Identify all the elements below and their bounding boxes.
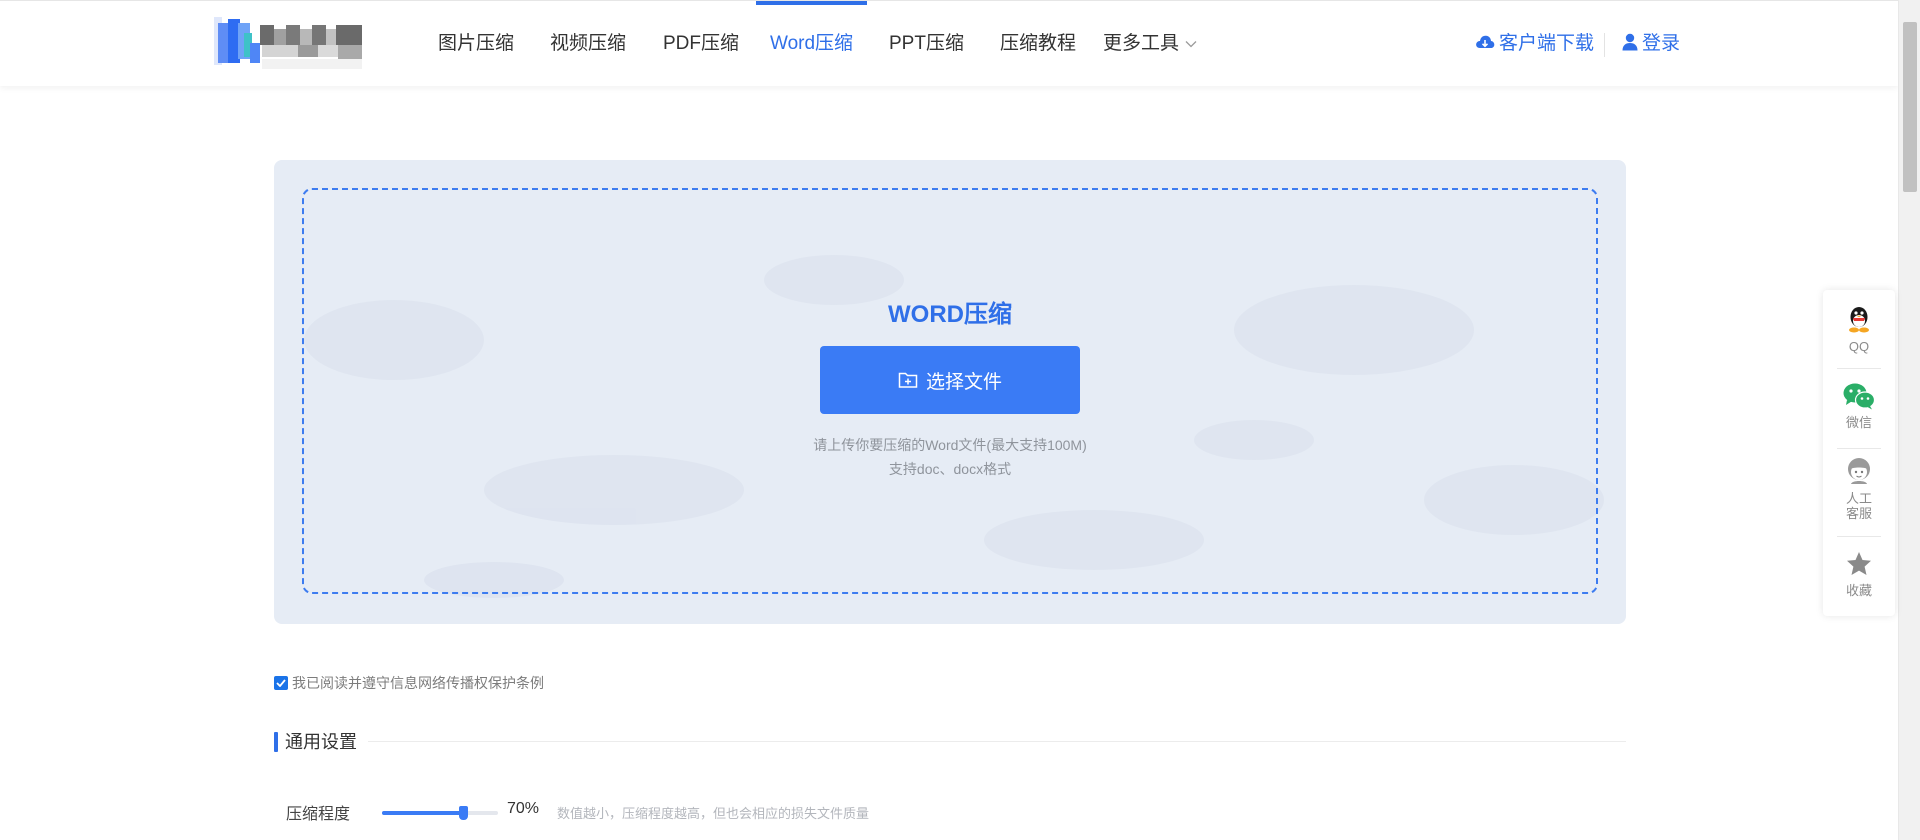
compression-slider[interactable] [382, 806, 498, 820]
compression-note: 数值越小，压缩程度越高，但也会相应的损失文件质量 [557, 806, 870, 821]
agreement-checkbox[interactable] [274, 676, 288, 690]
side-item-qq[interactable]: QQ [1823, 304, 1895, 354]
customer-service-icon [1848, 458, 1870, 484]
nav-more-tools[interactable]: 更多工具 [1103, 1, 1197, 87]
page-scrollbar[interactable] [1898, 0, 1920, 840]
slider-fill [382, 811, 463, 815]
upload-hint-size: 请上传你要压缩的Word文件(最大支持100M) [813, 437, 1087, 453]
section-divider [368, 741, 1626, 742]
user-icon [1622, 33, 1638, 51]
compression-value: 70% [507, 800, 540, 817]
compression-label: 压缩程度 [286, 806, 351, 823]
scrollbar-thumb[interactable] [1903, 22, 1917, 192]
nav-ppt-compress[interactable]: PPT压缩 [889, 1, 964, 87]
side-item-customer-service[interactable]: 人工客服 [1823, 456, 1895, 521]
select-file-label: 选择文件 [925, 371, 1002, 393]
nav-word-compress[interactable]: Word压缩 [755, 1, 868, 87]
client-download-link[interactable]: 客户端下载 [1475, 1, 1594, 87]
side-label-wechat: 微信 [1845, 415, 1872, 430]
chevron-down-icon [1185, 41, 1197, 48]
nav-image-compress[interactable]: 图片压缩 [438, 1, 514, 87]
select-file-button[interactable]: 选择文件 [820, 346, 1080, 414]
client-download-label: 客户端下载 [1499, 33, 1595, 54]
star-icon [1847, 552, 1871, 575]
side-item-favorite[interactable]: 收藏 [1823, 550, 1895, 598]
agreement-label[interactable]: 我已阅读并遵守信息网络传播权保护条例 [292, 673, 544, 693]
side-divider [1837, 448, 1881, 449]
file-add-icon [898, 372, 918, 388]
login-label: 登录 [1642, 33, 1681, 54]
section-general-settings: 通用设置 [274, 730, 357, 754]
nav-compress-tutorial[interactable]: 压缩教程 [1000, 1, 1076, 87]
nav-pdf-compress[interactable]: PDF压缩 [663, 1, 739, 87]
nav-video-compress[interactable]: 视频压缩 [550, 1, 626, 87]
slider-handle[interactable] [459, 806, 468, 820]
nav-more-tools-label: 更多工具 [1103, 33, 1180, 54]
login-link[interactable]: 登录 [1622, 1, 1680, 87]
side-divider [1837, 368, 1881, 369]
wechat-icon [1843, 383, 1876, 410]
checkmark-icon [276, 679, 286, 687]
upload-panel[interactable]: WORD压缩 选择文件 请上传你要压缩的Word文件(最大支持100M) 支持d… [274, 160, 1626, 624]
upload-hint-format: 支持doc、docx格式 [888, 461, 1012, 477]
side-item-wechat[interactable]: 微信 [1823, 382, 1895, 430]
agreement-row[interactable]: 我已阅读并遵守信息网络传播权保护条例 [274, 673, 544, 693]
section-title-text: 通用设置 [285, 732, 357, 752]
upload-title: WORD压缩 [888, 301, 1012, 328]
side-label-customer-service: 人工客服 [1845, 491, 1872, 521]
side-label-favorite: 收藏 [1845, 583, 1872, 598]
top-header: 图片压缩 视频压缩 PDF压缩 Word压缩 PPT压缩 压缩教程 更多工具 客… [0, 0, 1898, 86]
qq-icon [1849, 307, 1869, 333]
side-divider [1837, 536, 1881, 537]
side-label-qq: QQ [1848, 339, 1870, 354]
header-divider [1604, 33, 1605, 57]
cloud-download-icon [1476, 35, 1495, 48]
side-toolbar: QQ 微信 人工客服 收藏 [1823, 290, 1895, 616]
site-logo[interactable] [214, 15, 370, 71]
